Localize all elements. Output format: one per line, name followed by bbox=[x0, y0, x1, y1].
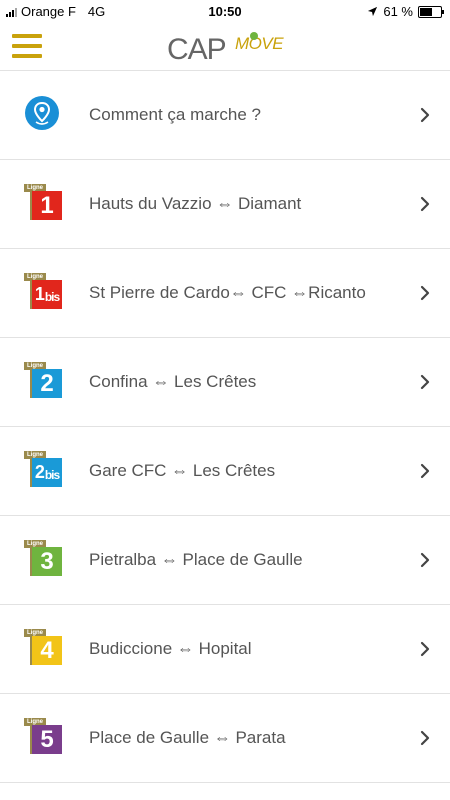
line-1bis-icon: Ligne 1 bis bbox=[24, 273, 66, 313]
location-pin-icon bbox=[24, 95, 66, 135]
list-item[interactable]: Ligne 4 Budiccione ⇔ Hopital bbox=[0, 605, 450, 694]
line-number: 3 bbox=[40, 547, 54, 575]
svg-text:CAP: CAP bbox=[167, 33, 226, 66]
line-number: 4 bbox=[40, 636, 54, 664]
list-item[interactable]: Ligne 5 Place de Gaulle ⇔ Parata bbox=[0, 694, 450, 783]
list-item-label: Hauts du Vazzio ⇔ Diamant bbox=[89, 194, 302, 213]
battery-percent: 61 % bbox=[383, 4, 413, 19]
line-5-icon: Ligne 5 bbox=[24, 718, 66, 758]
line-number: 2 bbox=[34, 462, 45, 482]
line-number: 1 bbox=[34, 284, 45, 304]
status-bar: Orange F 4G 10:50 61 % bbox=[0, 0, 450, 22]
line-4-icon: Ligne 4 bbox=[24, 629, 66, 669]
list-item-label: St Pierre de Cardo⇔ CFC ⇔Ricanto bbox=[89, 283, 366, 302]
list-item-label: Budiccione ⇔ Hopital bbox=[89, 639, 252, 658]
line-1-icon: Ligne 1 bbox=[24, 184, 66, 224]
list-item-label: Confina ⇔ Les Crêtes bbox=[89, 372, 257, 391]
line-list: Comment ça marche ? Ligne 1 Hauts du Vazzio… bbox=[0, 71, 450, 783]
chevron-right-icon bbox=[420, 374, 430, 390]
chevron-right-icon bbox=[420, 463, 430, 479]
svg-text:MOVE: MOVE bbox=[235, 34, 284, 53]
hamburger-menu-button[interactable] bbox=[12, 34, 42, 58]
line-2bis-icon: Ligne 2 bis bbox=[24, 451, 66, 491]
line-bis: bis bbox=[44, 289, 60, 304]
chevron-right-icon bbox=[420, 552, 430, 568]
battery-icon bbox=[418, 5, 444, 18]
list-item-label: Gare CFC ⇔ Les Crêtes bbox=[89, 461, 276, 480]
list-item[interactable]: Comment ça marche ? bbox=[0, 71, 450, 160]
chevron-right-icon bbox=[420, 641, 430, 657]
chevron-right-icon bbox=[420, 285, 430, 301]
list-item-label: Place de Gaulle ⇔ Parata bbox=[89, 728, 286, 747]
chevron-right-icon bbox=[420, 730, 430, 746]
list-item-label: Pietralba ⇔ Place de Gaulle bbox=[89, 550, 303, 569]
line-2-icon: Ligne 2 bbox=[24, 362, 66, 402]
list-item[interactable]: Ligne 2 Confina ⇔ Les Crêtes bbox=[0, 338, 450, 427]
list-item-label: Comment ça marche ? bbox=[89, 105, 261, 124]
list-item[interactable]: Ligne 3 Pietralba ⇔ Place de Gaulle bbox=[0, 516, 450, 605]
app-header: CAP MOVE bbox=[0, 22, 450, 71]
line-number: 5 bbox=[40, 725, 54, 753]
line-number: 1 bbox=[40, 191, 54, 219]
location-arrow-icon bbox=[368, 6, 378, 17]
line-number: 2 bbox=[40, 369, 54, 397]
line-3-icon: Ligne 3 bbox=[24, 540, 66, 580]
capmove-logo: CAP MOVE bbox=[167, 32, 285, 66]
chevron-right-icon bbox=[420, 196, 430, 212]
line-bis: bis bbox=[44, 467, 60, 482]
list-item[interactable]: Ligne 2 bis Gare CFC ⇔ Les Crêtes bbox=[0, 427, 450, 516]
list-item[interactable]: Ligne 1 bis St Pierre de Cardo⇔ CFC ⇔Ricant… bbox=[0, 249, 450, 338]
chevron-right-icon bbox=[420, 107, 430, 123]
list-item[interactable]: Ligne 1 Hauts du Vazzio ⇔ Diamant bbox=[0, 160, 450, 249]
